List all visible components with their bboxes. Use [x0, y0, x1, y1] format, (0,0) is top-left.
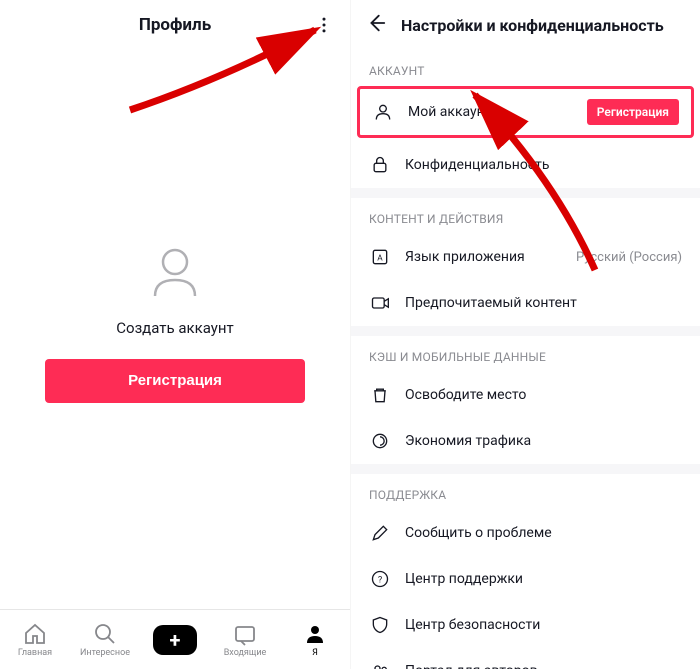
- home-icon: [23, 622, 47, 646]
- search-icon: [93, 622, 117, 646]
- people-icon: [369, 660, 391, 669]
- profile-header: Профиль: [0, 0, 350, 50]
- nav-label: Я: [312, 648, 318, 658]
- nav-label: Входящие: [224, 648, 267, 658]
- row-value: Русский (Россия): [576, 250, 682, 265]
- nav-discover[interactable]: Интересное: [70, 622, 140, 658]
- section-content: КОНТЕНТ И ДЕЙСТВИЯ: [351, 198, 700, 234]
- divider: [351, 464, 700, 474]
- row-label: Центр безопасности: [405, 617, 682, 633]
- nav-label: Интересное: [80, 648, 130, 658]
- create-account-label: Создать аккаунт: [116, 319, 234, 337]
- register-button[interactable]: Регистрация: [45, 359, 305, 403]
- row-my-account[interactable]: Мой аккаунт Регистрация: [357, 86, 694, 138]
- help-icon: ?: [369, 568, 391, 590]
- row-label: Конфиденциальность: [405, 157, 682, 173]
- divider: [351, 326, 700, 336]
- section-support: ПОДДЕРЖКА: [351, 474, 700, 510]
- row-creator-portal[interactable]: Портал для авторов: [351, 648, 700, 669]
- row-label: Экономия трафика: [405, 433, 682, 449]
- row-label: Центр поддержки: [405, 571, 682, 587]
- row-help-center[interactable]: ? Центр поддержки: [351, 556, 700, 602]
- row-label: Портал для авторов: [405, 663, 682, 669]
- page-title: Профиль: [139, 15, 211, 35]
- data-saver-icon: [369, 430, 391, 452]
- divider: [351, 188, 700, 198]
- more-vertical-icon: [314, 15, 334, 35]
- row-free-space[interactable]: Освободите место: [351, 372, 700, 418]
- profile-icon: [303, 622, 327, 646]
- shield-icon: [369, 614, 391, 636]
- row-preferred-content[interactable]: Предпочитаемый контент: [351, 280, 700, 326]
- row-label: Освободите место: [405, 387, 682, 403]
- inbox-icon: [233, 622, 257, 646]
- row-data-saver[interactable]: Экономия трафика: [351, 418, 700, 464]
- profile-screen: Профиль Создать аккаунт Регистрация: [0, 0, 350, 669]
- svg-text:A: A: [377, 253, 383, 263]
- nav-label: Главная: [18, 648, 52, 658]
- section-cache: КЭШ И МОБИЛЬНЫЕ ДАННЫЕ: [351, 336, 700, 372]
- arrow-left-icon: [365, 12, 387, 34]
- section-account: АККАУНТ: [351, 50, 700, 86]
- row-label: Сообщить о проблеме: [405, 525, 682, 541]
- row-safety-center[interactable]: Центр безопасности: [351, 602, 700, 648]
- row-label: Предпочитаемый контент: [405, 295, 682, 311]
- register-badge[interactable]: Регистрация: [587, 99, 679, 125]
- avatar-placeholder: [140, 237, 210, 307]
- settings-screen: Настройки и конфиденциальность АККАУНТ М…: [350, 0, 700, 669]
- person-icon: [143, 240, 207, 304]
- nav-home[interactable]: Главная: [0, 622, 70, 658]
- lock-icon: [369, 154, 391, 176]
- row-label: Язык приложения: [405, 249, 562, 265]
- edit-icon: [369, 522, 391, 544]
- language-icon: A: [369, 246, 391, 268]
- row-privacy[interactable]: Конфиденциальность: [351, 142, 700, 188]
- profile-body: Создать аккаунт Регистрация: [0, 50, 350, 669]
- more-options-button[interactable]: [312, 13, 336, 37]
- row-report[interactable]: Сообщить о проблеме: [351, 510, 700, 556]
- settings-title: Настройки и конфиденциальность: [401, 16, 664, 35]
- svg-text:?: ?: [378, 575, 382, 585]
- person-outline-icon: [372, 101, 394, 123]
- trash-icon: [369, 384, 391, 406]
- nav-create[interactable]: +: [140, 625, 210, 655]
- row-language[interactable]: A Язык приложения Русский (Россия): [351, 234, 700, 280]
- video-icon: [369, 292, 391, 314]
- plus-icon: +: [153, 625, 197, 655]
- back-button[interactable]: [365, 12, 387, 38]
- nav-me[interactable]: Я: [280, 622, 350, 658]
- row-label: Мой аккаунт: [408, 104, 573, 120]
- nav-inbox[interactable]: Входящие: [210, 622, 280, 658]
- settings-header: Настройки и конфиденциальность: [351, 0, 700, 50]
- bottom-nav: Главная Интересное + Входящие Я: [0, 609, 350, 669]
